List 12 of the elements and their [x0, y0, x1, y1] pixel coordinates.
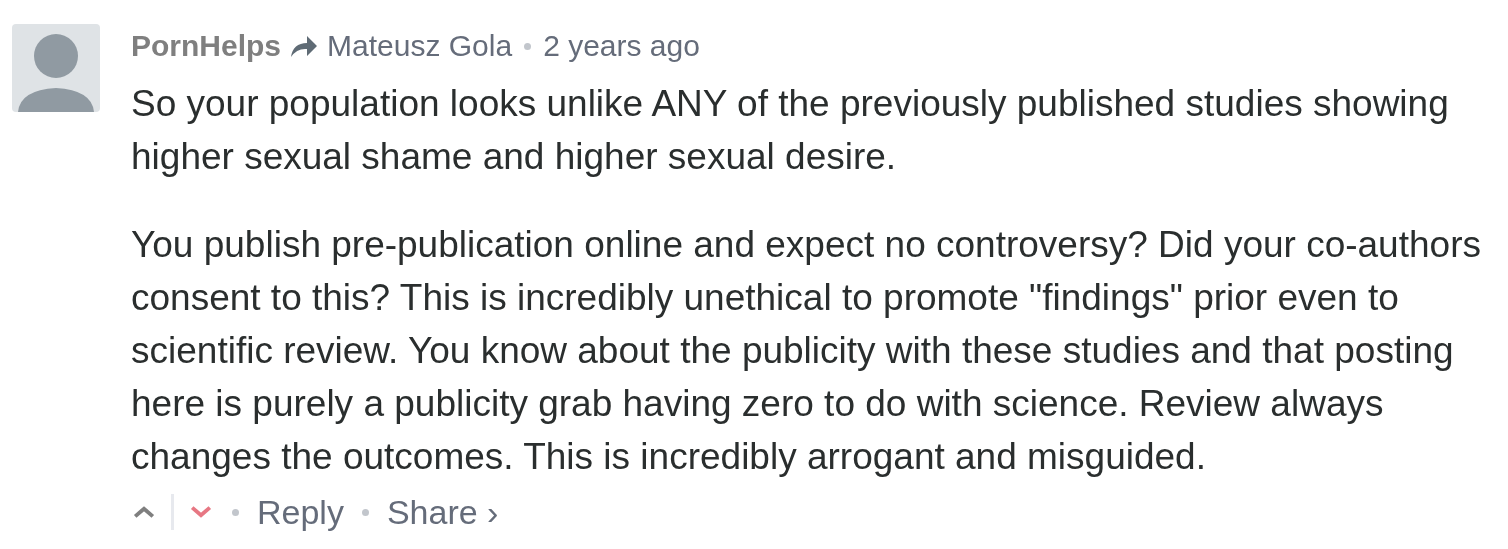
reply-to-name[interactable]: Mateusz Gola	[327, 29, 513, 63]
timestamp[interactable]: 2 years ago	[543, 29, 700, 63]
separator-dot	[524, 42, 532, 50]
reply-link[interactable]: Reply	[257, 492, 344, 532]
comment-paragraph: So your population looks unlike ANY of the previously published studies showing higher sexual shame and higher sexual desire.	[131, 82, 1450, 179]
separator-dot	[361, 508, 369, 516]
comment-paragraph: You publish pre-publication online and expect no controversy? Did your co-authors consent to this? This is incredibly unethical to promote "findings" prior even to scientific review. You know about the publicity with these studies and that posting here is purely a publicity grab having zero to do with science. Review always changes the outcomes. This is incredibly arrogant and misguided.	[131, 223, 1482, 479]
author-name[interactable]: PornHelps	[131, 29, 282, 63]
share-link[interactable]: Share ›	[386, 492, 499, 532]
reply-arrow-icon	[291, 35, 318, 57]
avatar-icon[interactable]	[12, 24, 100, 112]
separator-dot	[232, 508, 239, 516]
